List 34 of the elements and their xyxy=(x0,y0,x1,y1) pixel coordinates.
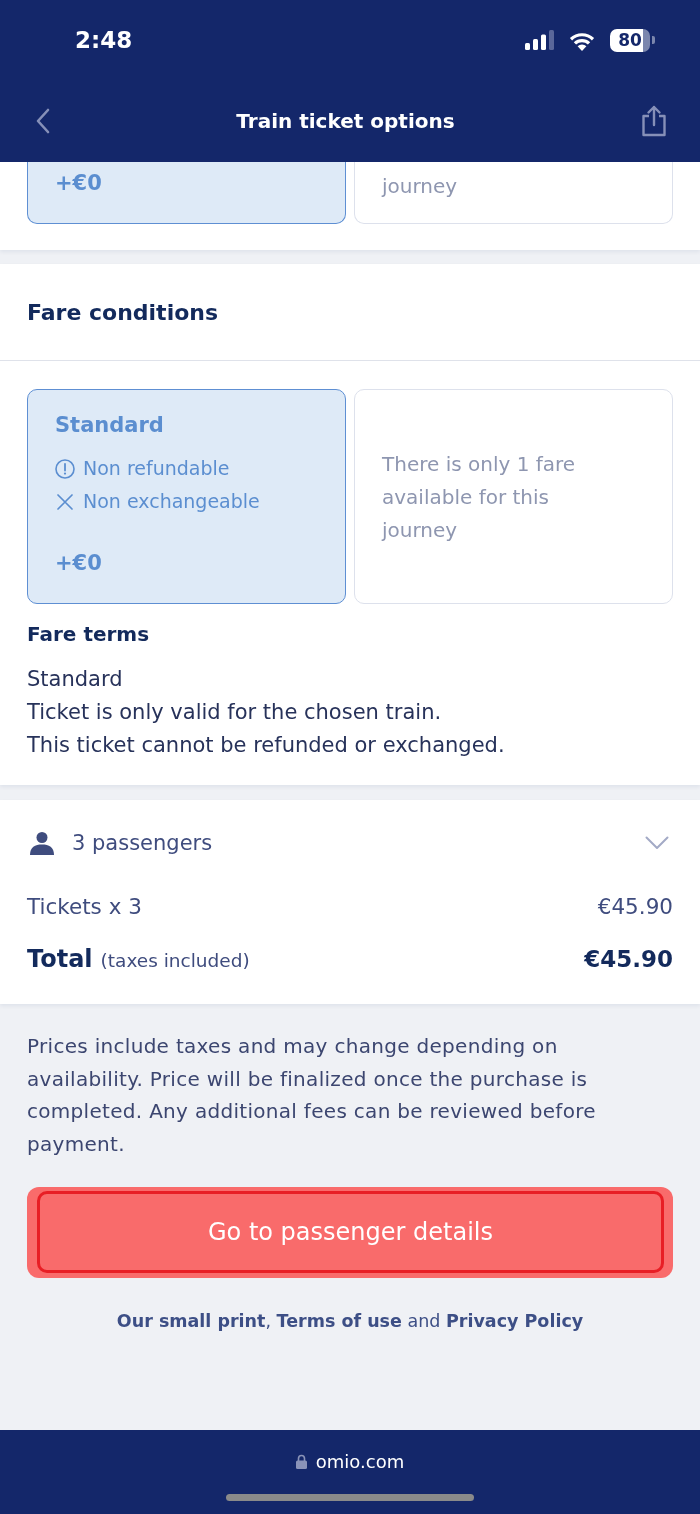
line-item-amount: €45.90 xyxy=(597,893,673,919)
back-icon[interactable] xyxy=(36,108,50,134)
cross-icon xyxy=(57,493,73,510)
taxes-note: (taxes included) xyxy=(100,950,250,971)
battery-indicator: 80 xyxy=(610,28,655,52)
share-icon[interactable] xyxy=(641,105,667,137)
status-time: 2:48 xyxy=(75,27,133,53)
url-text[interactable]: omio.com xyxy=(315,1450,405,1472)
price-disclaimer: Prices include taxes and may change depending on availability. Price will be finalized once the purchase is completed. Any additional fees can be reviewed before payment. xyxy=(27,1033,597,1158)
fare-terms-title: Fare terms xyxy=(27,621,151,648)
person-icon xyxy=(30,831,54,855)
fare-terms-text: Standard xyxy=(27,666,124,693)
passenger-count[interactable]: 3 passengers xyxy=(72,831,213,855)
fare-price: +€0 xyxy=(55,550,102,577)
legal-link[interactable]: Privacy Policy xyxy=(446,1311,584,1331)
fare-name: Standard xyxy=(55,412,164,439)
signal-icon xyxy=(525,30,554,50)
fare-condition: Non refundable xyxy=(83,456,230,481)
total-amount: €45.90 xyxy=(584,946,673,972)
total-label: Total xyxy=(27,945,93,973)
fare-terms-text: Ticket is only valid for the chosen train. xyxy=(27,699,443,726)
fare-terms-text: This ticket cannot be refunded or exchanged. xyxy=(27,732,506,759)
exclamation-circle-icon xyxy=(55,458,75,479)
legal-link[interactable]: Our small print xyxy=(116,1311,266,1331)
fare-notice-text: journey xyxy=(382,173,458,200)
fare-notice-text: There is only 1 fare available for this journey xyxy=(382,451,577,544)
legal-text: Our small print, Terms of use and Privacy Policy xyxy=(115,1310,585,1333)
page-title: Train ticket options xyxy=(236,109,455,133)
fare-condition: Non exchangeable xyxy=(83,489,260,514)
fare-price: +€0 xyxy=(55,170,102,197)
section-title: Fare conditions xyxy=(27,299,219,325)
line-item-label: Tickets x 3 xyxy=(27,893,142,919)
legal-link[interactable]: Terms of use xyxy=(276,1311,402,1331)
lock-icon xyxy=(295,1453,307,1469)
